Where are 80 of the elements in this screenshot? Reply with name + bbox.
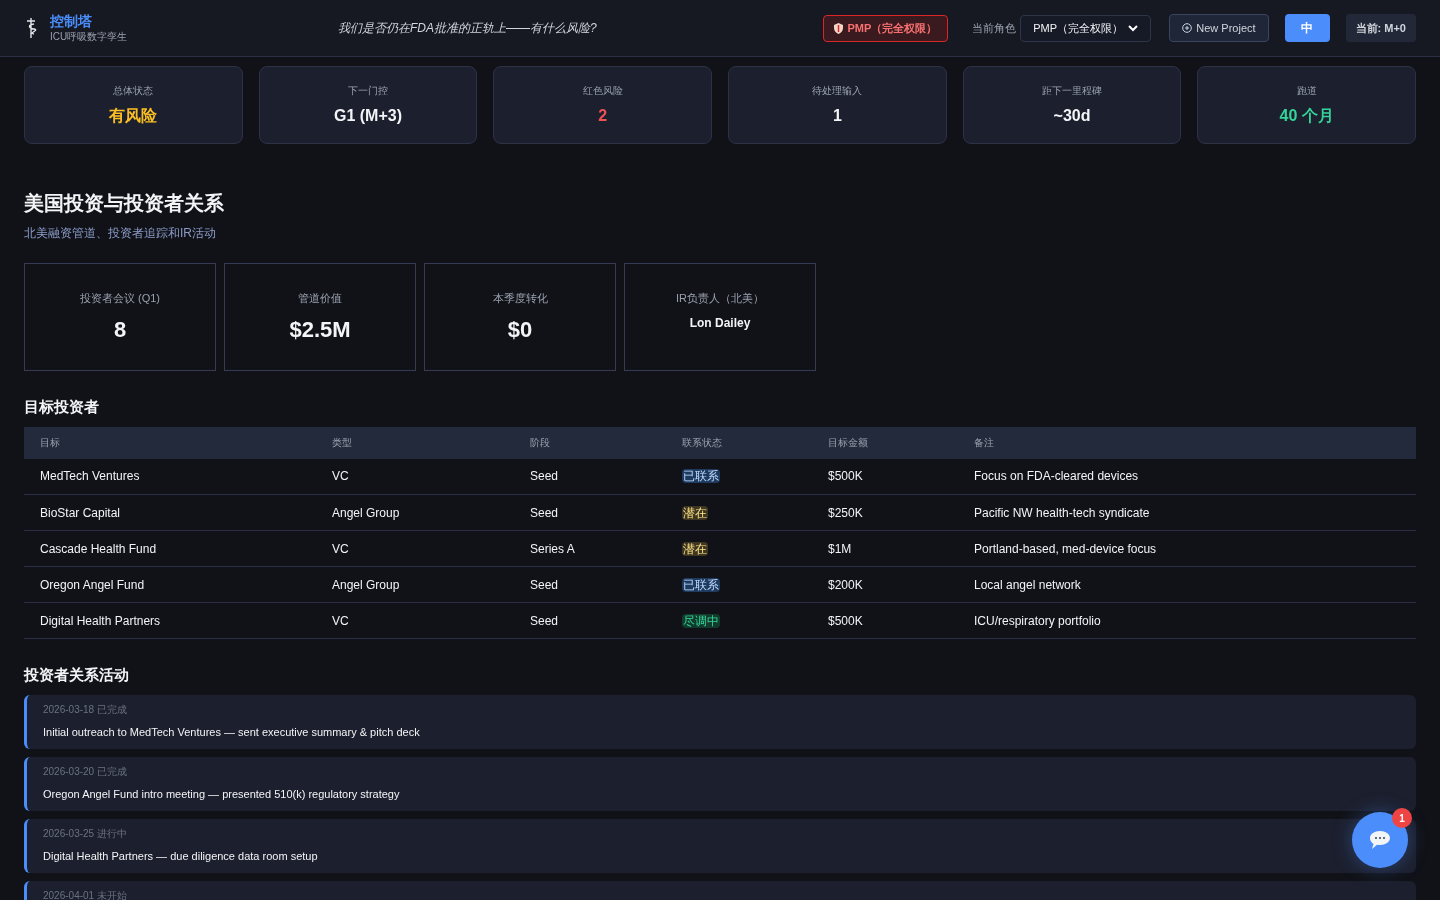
status-tag: 潜在 [682,541,708,556]
table-cell: Angel Group [332,566,530,603]
table-cell: Seed [530,602,682,639]
table-cell: Seed [530,458,682,495]
table-cell: Oregon Angel Fund [24,566,332,603]
stat-label: IR负责人（北美） [676,291,764,306]
activity-text: Initial outreach to MedTech Ventures — sent executive summary & pitch deck [43,724,420,740]
stat-label: 管道价值 [298,291,342,306]
table-cell: ICU/respiratory portfolio [974,602,1416,639]
stat-value: $2.5M [289,315,351,344]
shield-icon [834,22,844,34]
app-subtitle: ICU呼吸数字孪生 [50,30,128,43]
kpi-value: 有风险 [109,105,158,126]
column-header: 联系状态 [682,426,828,459]
table-cell: Local angel network [974,566,1416,603]
plus-circle-icon [1182,23,1193,33]
status-tag: 已联系 [682,577,720,592]
kpi-value: ~30d [1053,105,1091,126]
kpi-label: 跑道 [1296,83,1317,98]
app-title: 控制塔 [50,13,93,31]
stat-value: 8 [113,315,127,344]
role-select[interactable]: PMP（完全权限） [1020,14,1152,42]
table-cell: $200K [828,566,974,603]
column-header: 备注 [974,426,1416,459]
activity-text: Oregon Angel Fund intro meeting — presented 510(k) regulatory strategy [43,786,400,802]
kpi-label: 红色风险 [582,83,623,98]
new-project-button[interactable]: New Project [1169,14,1269,42]
section-title: 美国投资与投资者关系 [24,191,225,216]
status-tag: 尽调中 [682,613,720,628]
column-header: 阶段 [530,426,682,459]
table-cell: Cascade Health Fund [24,530,332,567]
activity-meta: 2026-03-18 已完成 [43,702,127,716]
kpi-label: 距下一里程碑 [1042,83,1102,98]
table-title: 目标投资者 [24,397,100,417]
table-cell: $500K [828,602,974,639]
stat-value: $0 [507,315,533,344]
kpi-value: 2 [598,105,608,126]
kpi-value: 40 个月 [1279,105,1334,126]
table-cell: Digital Health Partners [24,602,332,639]
table-cell: Seed [530,566,682,603]
table-cell: $1M [828,530,974,567]
column-header: 目标金额 [828,426,974,459]
table-cell: $250K [828,494,974,531]
activity-meta: 2026-04-01 未开始 [43,888,127,900]
table-cell: Portland-based, med-device focus [974,530,1416,567]
kpi-label: 下一门控 [348,83,388,98]
table-cell: Series A [530,530,682,567]
column-header: 目标 [24,426,332,459]
table-cell: Focus on FDA-cleared devices [974,458,1416,495]
table-cell: VC [332,602,530,639]
speech-bubble-icon [1369,830,1391,850]
status-tag: 潜在 [682,505,708,520]
table-cell: $500K [828,458,974,495]
activity-meta: 2026-03-20 已完成 [43,764,127,778]
table-cell: Seed [530,494,682,531]
header-question: 我们是否仍在FDA批准的正轨上——有什么风险? [338,20,597,37]
role-label: 当前角色 [972,20,1017,36]
activity-meta: 2026-03-25 进行中 [43,826,127,840]
kpi-value: G1 (M+3) [334,105,402,126]
kpi-value: 1 [832,105,842,126]
kpi-label: 待处理输入 [812,83,863,98]
table-cell: VC [332,530,530,567]
stat-value: Lon Dailey [689,314,751,332]
current-month-button[interactable]: 当前: M+0 [1345,14,1416,42]
status-tag: 已联系 [682,469,720,484]
role-badge: PMP（完全权限） [823,14,949,42]
table-cell: VC [332,458,530,495]
activity-text: Digital Health Partners — due diligence data room setup [43,848,318,864]
activity-title: 投资者关系活动 [24,665,130,685]
chevron-icon [1128,24,1139,32]
table-cell: Angel Group [332,494,530,531]
section-subtitle: 北美融资管道、投资者追踪和IR活动 [24,225,217,242]
table-cell: MedTech Ventures [24,458,332,495]
caduceus-icon [24,17,38,39]
table-cell: BioStar Capital [24,494,332,531]
stat-label: 本季度转化 [492,291,548,306]
column-header: 类型 [332,426,530,459]
table-cell: Pacific NW health-tech syndicate [974,494,1416,531]
stat-label: 投资者会议 (Q1) [79,291,161,306]
kpi-label: 总体状态 [113,83,154,98]
